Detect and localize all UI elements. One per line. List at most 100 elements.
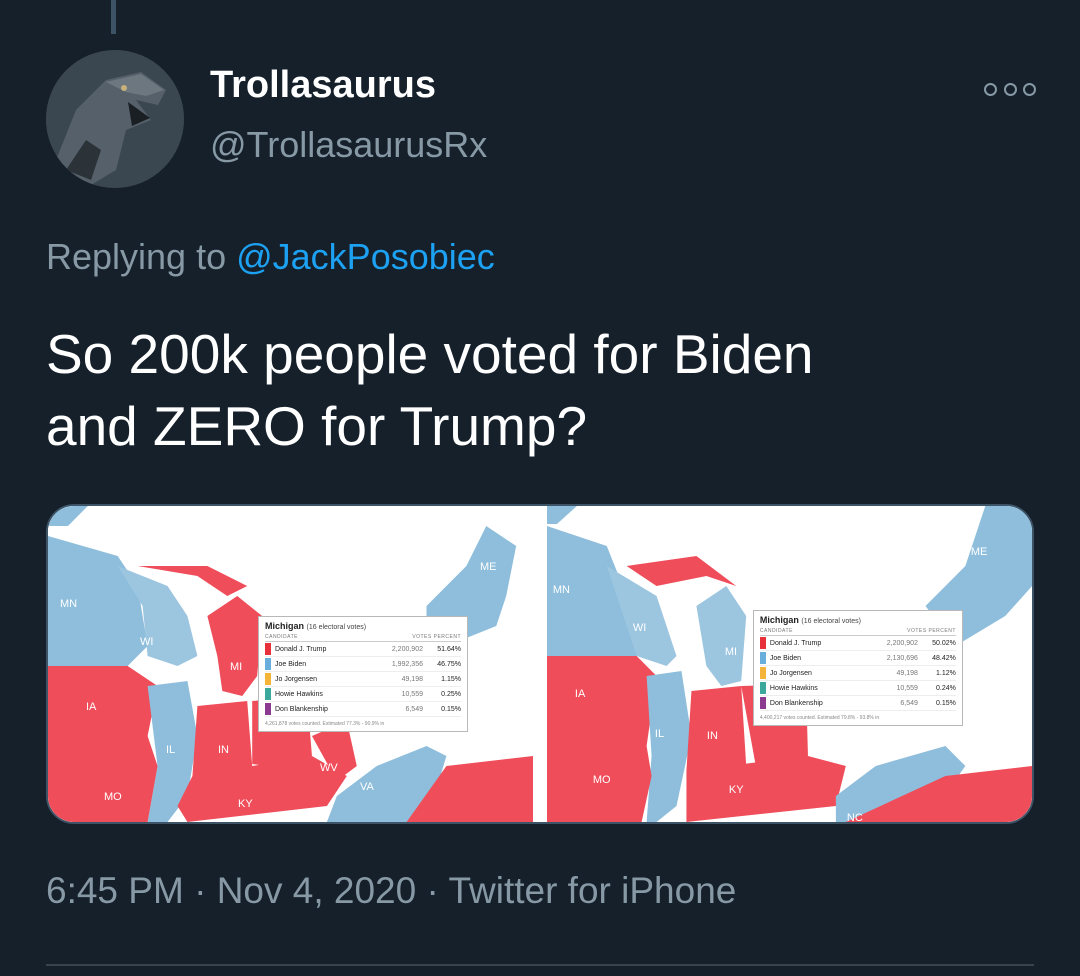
state-label-mo: MO — [104, 791, 122, 803]
candidate-percent: 0.15% — [441, 705, 461, 713]
candidate-row: Joe Biden 2,130,696 48.42% — [759, 651, 956, 666]
state-label-mi: MI — [724, 646, 738, 658]
candidate-percent: 1.15% — [441, 675, 461, 683]
candidate-color-swatch — [265, 673, 271, 685]
state-label-in: IN — [218, 744, 229, 756]
candidate-name: Howie Hawkins — [275, 690, 323, 698]
state-label-va: VA — [848, 766, 863, 778]
candidate-row: Howie Hawkins 10,559 0.25% — [265, 687, 461, 702]
panel-gap — [533, 506, 547, 822]
candidate-color-swatch — [759, 637, 766, 649]
candidate-percent: 48.42% — [932, 654, 956, 662]
separator: · — [416, 870, 449, 911]
state-label-il: IL — [166, 744, 176, 756]
candidate-name: Don Blankenship — [769, 699, 823, 707]
tweet-time: 6:45 PM — [46, 870, 184, 911]
candidate-row: Donald J. Trump 2,200,902 50.02% — [759, 636, 956, 651]
tweet-text-line: and ZERO for Trump? — [46, 395, 588, 457]
results-title: Michigan (16 electoral votes) — [265, 621, 367, 631]
election-map-right: MN WI MI IA IL IN MO KY VA ME NC Michiga… — [546, 506, 1032, 822]
candidate-votes: 2,200,902 — [886, 639, 918, 647]
state-label-wv: WV — [320, 762, 338, 774]
state-label-in: IN — [706, 730, 718, 742]
state-label-ia: IA — [574, 688, 586, 700]
candidate-votes: 49,198 — [896, 669, 918, 677]
state-label-ky: KY — [728, 784, 744, 796]
more-dot — [1023, 82, 1036, 96]
candidate-row: Donald J. Trump 2,200,902 51.64% — [265, 642, 461, 657]
candidate-percent: 0.24% — [936, 684, 956, 692]
state-label-mo: MO — [592, 774, 611, 786]
candidate-row: Jo Jorgensen 49,198 1.15% — [265, 672, 461, 687]
state-label-me: ME — [970, 546, 988, 558]
dinosaur-avatar-icon — [46, 50, 184, 188]
michigan-results-box: Michigan (16 electoral votes) CANDIDATE V… — [258, 616, 468, 732]
candidate-percent: 0.15% — [936, 699, 956, 707]
candidate-row: Don Blankenship 6,549 0.15% — [265, 702, 461, 717]
state-label-mn: MN — [552, 584, 570, 596]
candidate-color-swatch — [759, 697, 766, 709]
candidate-votes: 6,549 — [405, 705, 423, 713]
results-title: Michigan (16 electoral votes) — [759, 615, 861, 625]
results-rows: Donald J. Trump 2,200,902 50.02% Joe Biden 2… — [759, 636, 956, 711]
candidate-votes: 10,559 — [401, 690, 423, 698]
more-options-icon[interactable] — [984, 76, 1036, 102]
user-handle[interactable]: @TrollasaurusRx — [210, 124, 487, 166]
state-label-mn: MN — [60, 598, 78, 610]
results-header: CANDIDATE VOTES PERCENT — [759, 628, 956, 636]
state-label-va: VA — [360, 781, 374, 793]
tweet-timestamp[interactable]: 6:45 PM · Nov 4, 2020 · Twitter for iPho… — [46, 870, 736, 912]
replying-prefix: Replying to — [46, 236, 237, 277]
tweet-text: So 200k people voted for Biden and ZERO … — [46, 318, 1046, 462]
candidate-votes: 6,549 — [900, 699, 918, 707]
candidate-color-swatch — [759, 667, 766, 679]
more-dot — [984, 82, 997, 96]
thread-connector-line — [111, 0, 116, 34]
results-rows: Donald J. Trump 2,200,902 51.64% Joe Biden 1… — [265, 642, 461, 717]
candidate-percent: 1.12% — [936, 669, 956, 677]
state-label-ky: KY — [238, 798, 253, 810]
candidate-color-swatch — [265, 703, 271, 715]
candidate-color-swatch — [265, 643, 271, 655]
replying-to-link[interactable]: @JackPosobiec — [236, 236, 495, 277]
candidate-name: Donald J. Trump — [275, 645, 327, 653]
candidate-name: Joe Biden — [275, 660, 307, 668]
results-footer: 4,400,217 votes counted. Estimated 79.8%… — [759, 715, 880, 721]
candidate-row: Don Blankenship 6,549 0.15% — [759, 696, 956, 711]
candidate-votes: 1,992,356 — [391, 660, 423, 668]
michigan-results-box: Michigan (16 electoral votes) CANDIDATE V… — [752, 610, 963, 726]
candidate-votes: 2,200,902 — [391, 645, 423, 653]
separator: · — [183, 870, 217, 911]
state-label-il: IL — [654, 728, 665, 740]
candidate-row: Jo Jorgensen 49,198 1.12% — [759, 666, 956, 681]
results-footer: 4,261,878 votes counted. Estimated 77.3%… — [265, 721, 385, 727]
attached-image[interactable]: MN WI MI IA IL IN MO KY WV VA ME Michiga… — [46, 504, 1034, 824]
more-dot — [1003, 82, 1017, 96]
results-header: CANDIDATE VOTES PERCENT — [265, 634, 461, 642]
replying-to-line: Replying to @JackPosobiec — [46, 236, 495, 278]
avatar[interactable] — [46, 50, 184, 188]
candidate-name: Jo Jorgensen — [769, 669, 812, 677]
candidate-votes: 10,559 — [896, 684, 918, 692]
candidate-name: Howie Hawkins — [769, 684, 818, 692]
candidate-name: Don Blankenship — [275, 705, 328, 713]
state-label-nc: NC — [846, 812, 863, 822]
display-name[interactable]: Trollasaurus — [210, 64, 436, 107]
candidate-row: Joe Biden 1,992,356 46.75% — [265, 657, 461, 672]
state-label-wi: WI — [632, 622, 647, 634]
tweet-source[interactable]: Twitter for iPhone — [448, 870, 736, 911]
candidate-name: Joe Biden — [769, 654, 802, 662]
candidate-name: Jo Jorgensen — [275, 675, 318, 683]
tweet-date: Nov 4, 2020 — [216, 870, 417, 911]
election-map-left: MN WI MI IA IL IN MO KY WV VA ME Michiga… — [48, 506, 534, 822]
state-label-ia: IA — [86, 701, 97, 713]
state-label-wi: WI — [140, 636, 154, 648]
divider — [46, 964, 1034, 966]
tweet-text-line: So 200k people voted for Biden — [46, 323, 814, 385]
candidate-color-swatch — [265, 688, 271, 700]
candidate-color-swatch — [759, 652, 766, 664]
candidate-votes: 49,198 — [401, 675, 423, 683]
candidate-color-swatch — [265, 658, 271, 670]
candidate-percent: 51.64% — [437, 645, 461, 653]
candidate-votes: 2,130,696 — [886, 654, 918, 662]
